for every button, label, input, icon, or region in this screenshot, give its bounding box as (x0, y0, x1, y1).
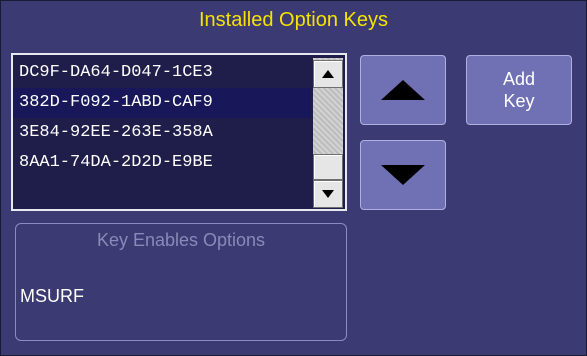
key-enables-options-label: Key Enables Options (96, 230, 266, 250)
triangle-down-icon (381, 165, 425, 185)
move-up-button[interactable] (360, 55, 446, 125)
key-list-item[interactable]: 3E84-92EE-263E-358A (13, 118, 311, 148)
dialog-title: Installed Option Keys (199, 9, 388, 31)
key-list-item-selected[interactable]: 382D-F092-1ABD-CAF9 (13, 88, 311, 118)
key-list-item[interactable]: DC9F-DA64-D047-1CE3 (13, 58, 311, 88)
installed-option-keys-dialog: Installed Option Keys DC9F-DA64-D047-1CE… (0, 0, 587, 356)
key-enables-options-panel: Key Enables Options MSURF (15, 223, 347, 341)
add-key-button[interactable]: Add Key (466, 55, 572, 125)
option-key-list[interactable]: DC9F-DA64-D047-1CE3 382D-F092-1ABD-CAF9 … (11, 53, 347, 211)
scroll-up-arrow-icon (322, 70, 334, 78)
scrollbar-thumb[interactable] (313, 154, 343, 180)
scrollbar-down-button[interactable] (313, 180, 343, 208)
enabled-option-value: MSURF (20, 286, 84, 306)
option-key-rows: DC9F-DA64-D047-1CE3 382D-F092-1ABD-CAF9 … (13, 58, 311, 178)
key-list-item[interactable]: 8AA1-74DA-2D2D-E9BE (13, 148, 311, 178)
add-key-label-line1: Add (502, 69, 536, 89)
add-key-label-line2: Key (503, 91, 535, 111)
move-down-button[interactable] (360, 140, 446, 210)
triangle-up-icon (381, 80, 425, 100)
scroll-down-arrow-icon (322, 190, 334, 198)
key-list-scrollbar[interactable] (313, 58, 343, 208)
scrollbar-up-button[interactable] (313, 60, 343, 88)
